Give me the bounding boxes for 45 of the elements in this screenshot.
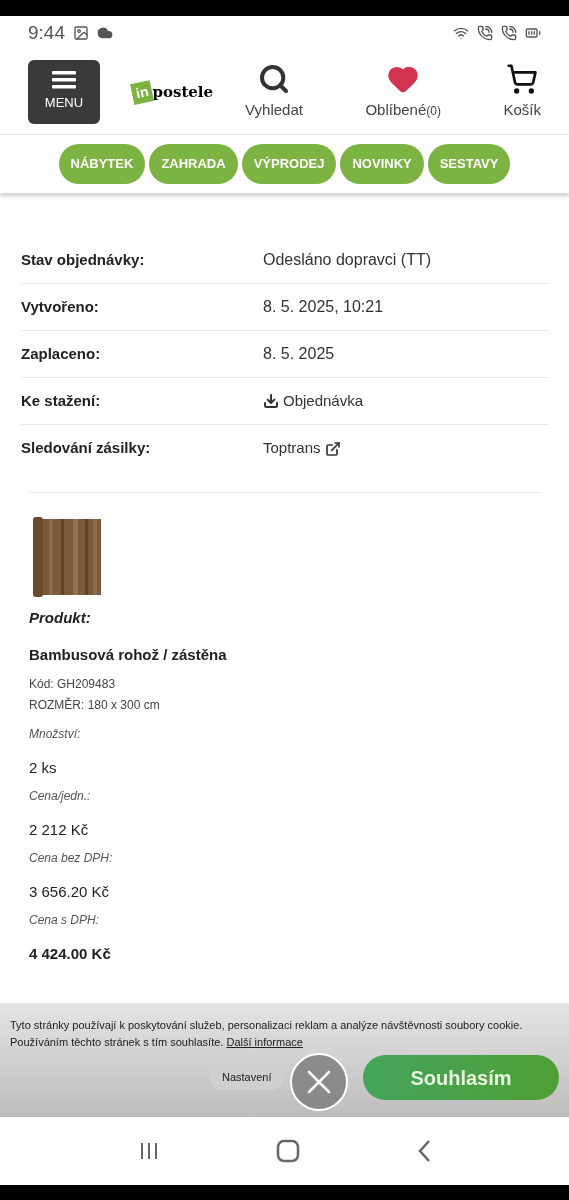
recent-apps-icon[interactable] [138,1141,159,1161]
gallery-icon [73,25,89,41]
call-icon [477,25,493,41]
menu-icon [52,71,76,90]
field-value: 3 656.20 Kč [29,882,111,902]
product-meta: Kód: GH209483 [29,676,117,693]
detail-label: Stav objednávky: [21,249,146,270]
download-link[interactable]: Objednávka [263,389,364,413]
close-button[interactable] [290,1053,348,1111]
cloud-icon [97,25,113,41]
field-label: Cena bez DPH: [29,850,114,867]
status-time: 9:44 [28,20,65,45]
field-label: Množství: [29,726,82,743]
menu-button[interactable]: MENU [28,60,100,124]
more-info-link[interactable]: Další informace [226,1036,303,1048]
search-button[interactable]: Vyhledat [245,62,303,122]
cart-button[interactable]: Košík [503,62,541,122]
field-value: 2 212 Kč [29,820,90,840]
external-link-icon [324,440,341,457]
download-icon [263,393,279,409]
favorites-button[interactable]: Oblíbené(0) [365,62,441,122]
detail-label: Ke stažení: [21,390,102,411]
product-heading: Produkt: [29,608,92,628]
detail-value: Odesláno dopravci (TT) [263,250,432,270]
detail-label: Sledování zásilky: [21,438,152,459]
search-icon [258,62,290,95]
detail-value: 8. 5. 2025, 10:21 [263,297,384,317]
call-icon [501,25,517,41]
back-icon[interactable] [416,1139,431,1163]
detail-label: Vytvořeno: [21,296,100,317]
product-name: Bambusová rohož / zástěna [29,644,228,665]
cart-icon [506,62,539,95]
home-icon[interactable] [275,1139,300,1163]
field-value: 4 424.00 Kč [29,944,112,964]
battery-icon [525,25,541,41]
wifi-icon [453,25,469,41]
site-logo[interactable]: in postele [132,80,214,104]
field-value: 2 ks [29,758,58,778]
field-label: Cena s DPH: [29,912,101,929]
product-meta: ROZMĚR: 180 x 300 cm [29,696,161,714]
detail-value: 8. 5. 2025 [263,344,335,364]
cookie-text: Tyto stránky používají k poskytování služeb, personalizaci reklam a analýze návštěvnosti soubory cookie. Používáním těchto stránek s tím souhlasíte. Další informace [10,1018,524,1050]
tracking-link[interactable]: Toptrans [263,437,341,460]
detail-label: Zaplaceno: [21,343,102,364]
field-label: Cena/jedn.: [29,788,92,805]
